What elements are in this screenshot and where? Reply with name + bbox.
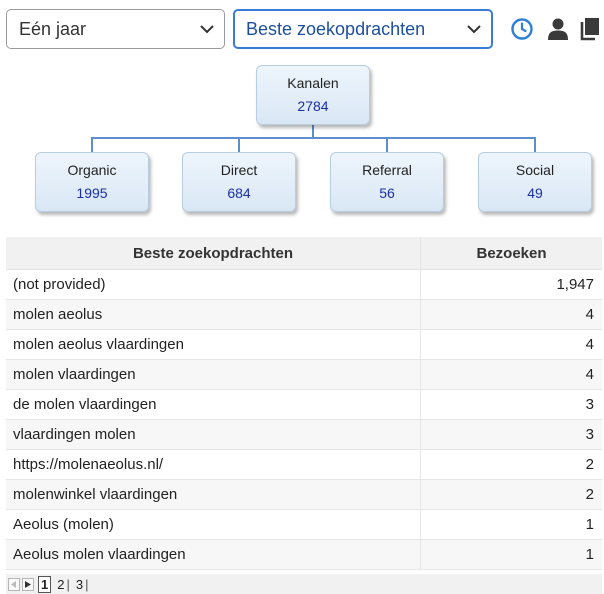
- table-row[interactable]: molen aeolus 4: [6, 299, 602, 330]
- tree-connector: [91, 137, 93, 152]
- visits-cell: 1,947: [420, 269, 602, 300]
- clock-icon[interactable]: [508, 15, 536, 43]
- channel-node-organic[interactable]: Organic 1995: [35, 152, 149, 212]
- copy-icon[interactable]: [576, 15, 604, 43]
- top-queries-table: Beste zoekopdrachten Bezoeken (not provi…: [6, 237, 602, 570]
- table-row[interactable]: https://molenaeolus.nl/ 2: [6, 449, 602, 480]
- table-row[interactable]: vlaardingen molen 3: [6, 419, 602, 450]
- report-select[interactable]: Beste zoekopdrachten: [233, 9, 493, 49]
- query-cell: https://molenaeolus.nl/: [6, 449, 421, 480]
- channel-label: Direct: [220, 162, 258, 178]
- visits-cell: 1: [420, 539, 602, 570]
- channel-value: 684: [227, 185, 251, 201]
- query-cell: (not provided): [6, 269, 421, 300]
- visits-cell: 3: [420, 389, 602, 420]
- table-row[interactable]: molen vlaardingen 4: [6, 359, 602, 390]
- table-row[interactable]: molenwinkel vlaardingen 2: [6, 479, 602, 510]
- chevron-down-icon: [457, 24, 491, 34]
- period-select-value: Eén jaar: [19, 18, 87, 39]
- column-header-query[interactable]: Beste zoekopdrachten: [6, 237, 421, 270]
- table-row[interactable]: Aeolus (molen) 1: [6, 509, 602, 540]
- table-row[interactable]: molen aeolus vlaardingen 4: [6, 329, 602, 360]
- channel-node-direct[interactable]: Direct 684: [182, 152, 296, 212]
- channel-label: Kanalen: [287, 75, 339, 91]
- chevron-down-icon: [190, 24, 224, 34]
- channel-value: 2784: [297, 98, 329, 114]
- visits-cell: 2: [420, 449, 602, 480]
- report-select-value: Beste zoekopdrachten: [246, 18, 426, 39]
- table-header-row: Beste zoekopdrachten Bezoeken: [6, 237, 602, 270]
- next-page-icon[interactable]: [22, 577, 34, 591]
- column-header-visits[interactable]: Bezoeken: [420, 237, 602, 270]
- table-row[interactable]: de molen vlaardingen 3: [6, 389, 602, 420]
- channel-node-referral[interactable]: Referral 56: [330, 152, 444, 212]
- query-cell: molen vlaardingen: [6, 359, 421, 390]
- visits-cell: 4: [420, 359, 602, 390]
- page-3-link[interactable]: 3: [74, 577, 85, 592]
- channel-value: 56: [379, 185, 395, 201]
- period-select[interactable]: Eén jaar: [6, 9, 225, 49]
- query-cell: molenwinkel vlaardingen: [6, 479, 421, 510]
- prev-page-icon[interactable]: [8, 577, 20, 591]
- page-1-link[interactable]: 1: [38, 575, 52, 593]
- query-cell: vlaardingen molen: [6, 419, 421, 450]
- page-separator: |: [66, 576, 70, 592]
- visits-cell: 1: [420, 509, 602, 540]
- visits-cell: 4: [420, 299, 602, 330]
- tree-connector: [91, 137, 536, 139]
- channel-node-social[interactable]: Social 49: [478, 152, 592, 212]
- channel-node-kanalen[interactable]: Kanalen 2784: [256, 65, 370, 125]
- tree-connector: [386, 137, 388, 152]
- pagination: 1 2 | 3 |: [6, 574, 602, 594]
- visits-cell: 3: [420, 419, 602, 450]
- person-icon[interactable]: [544, 15, 572, 43]
- page-separator: |: [85, 576, 89, 592]
- table-row[interactable]: Aeolus molen vlaardingen 1: [6, 539, 602, 570]
- visits-cell: 4: [420, 329, 602, 360]
- query-cell: molen aeolus: [6, 299, 421, 330]
- tree-connector: [238, 137, 240, 152]
- tree-connector: [534, 137, 536, 152]
- channel-value: 49: [527, 185, 543, 201]
- query-cell: Aeolus (molen): [6, 509, 421, 540]
- query-cell: molen aeolus vlaardingen: [6, 329, 421, 360]
- table-row[interactable]: (not provided) 1,947: [6, 269, 602, 300]
- channel-label: Social: [515, 162, 555, 178]
- channel-label: Organic: [67, 162, 117, 178]
- channel-value: 1995: [76, 185, 108, 201]
- query-cell: Aeolus molen vlaardingen: [6, 539, 421, 570]
- query-cell: de molen vlaardingen: [6, 389, 421, 420]
- visits-cell: 2: [420, 479, 602, 510]
- page-2-link[interactable]: 2: [55, 577, 66, 592]
- channel-label: Referral: [362, 162, 412, 178]
